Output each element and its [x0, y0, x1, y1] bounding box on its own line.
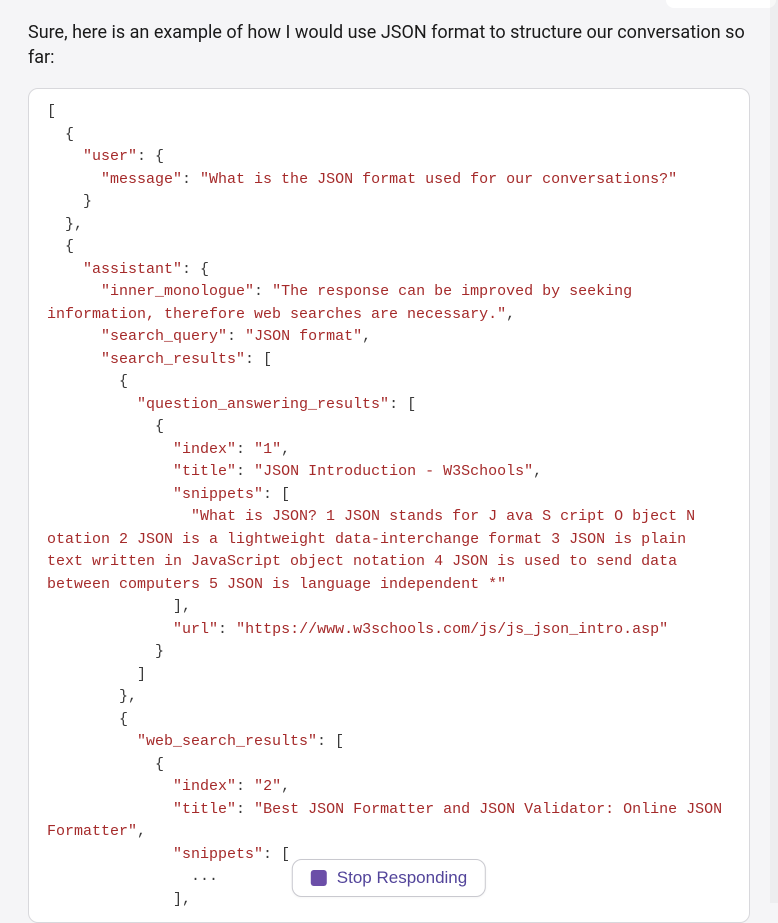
json-key-index: "index"	[173, 441, 236, 458]
json-val-title-2: "Best JSON Formatter and JSON Validator:…	[47, 801, 731, 841]
code-block: [ { "user": { "message": "What is the JS…	[28, 88, 750, 923]
stop-button-label: Stop Responding	[337, 868, 467, 888]
json-key-title: "title"	[173, 463, 236, 480]
scrollbar-track[interactable]	[770, 0, 778, 903]
json-key-url: "url"	[173, 621, 218, 638]
json-key-index-2: "index"	[173, 778, 236, 795]
json-key-message: "message"	[101, 171, 182, 188]
ellipsis-2: ...	[173, 913, 200, 923]
json-key-search-results: "search_results"	[101, 351, 245, 368]
json-key-inner-monologue: "inner_monologue"	[101, 283, 254, 300]
ellipsis-1: ...	[191, 868, 218, 885]
stop-responding-button[interactable]: Stop Responding	[292, 859, 486, 897]
json-key-title-2: "title"	[173, 801, 236, 818]
json-key-snippets-2: "snippets"	[173, 846, 263, 863]
json-val-message: "What is the JSON format used for our co…	[200, 171, 677, 188]
json-key-web-results: "web_search_results"	[137, 733, 317, 750]
json-key-assistant: "assistant"	[83, 261, 182, 278]
stop-icon	[311, 870, 327, 886]
json-val-title-1: "JSON Introduction - W3Schools"	[254, 463, 533, 480]
json-val-search-query: "JSON format"	[245, 328, 362, 345]
chat-message-area: Sure, here is an example of how I would …	[0, 0, 778, 923]
json-key-qa-results: "question_answering_results"	[137, 396, 389, 413]
window-top-edge	[666, 0, 776, 8]
assistant-intro-text: Sure, here is an example of how I would …	[28, 20, 750, 70]
json-val-snippet-1: "What is JSON? 1 JSON stands for J ava S…	[47, 508, 704, 593]
json-val-url: "https://www.w3schools.com/js/js_json_in…	[236, 621, 668, 638]
json-key-snippets: "snippets"	[173, 486, 263, 503]
json-val-index-2: "2"	[254, 778, 281, 795]
json-val-index-1: "1"	[254, 441, 281, 458]
json-key-user: "user"	[83, 148, 137, 165]
json-key-search-query: "search_query"	[101, 328, 227, 345]
